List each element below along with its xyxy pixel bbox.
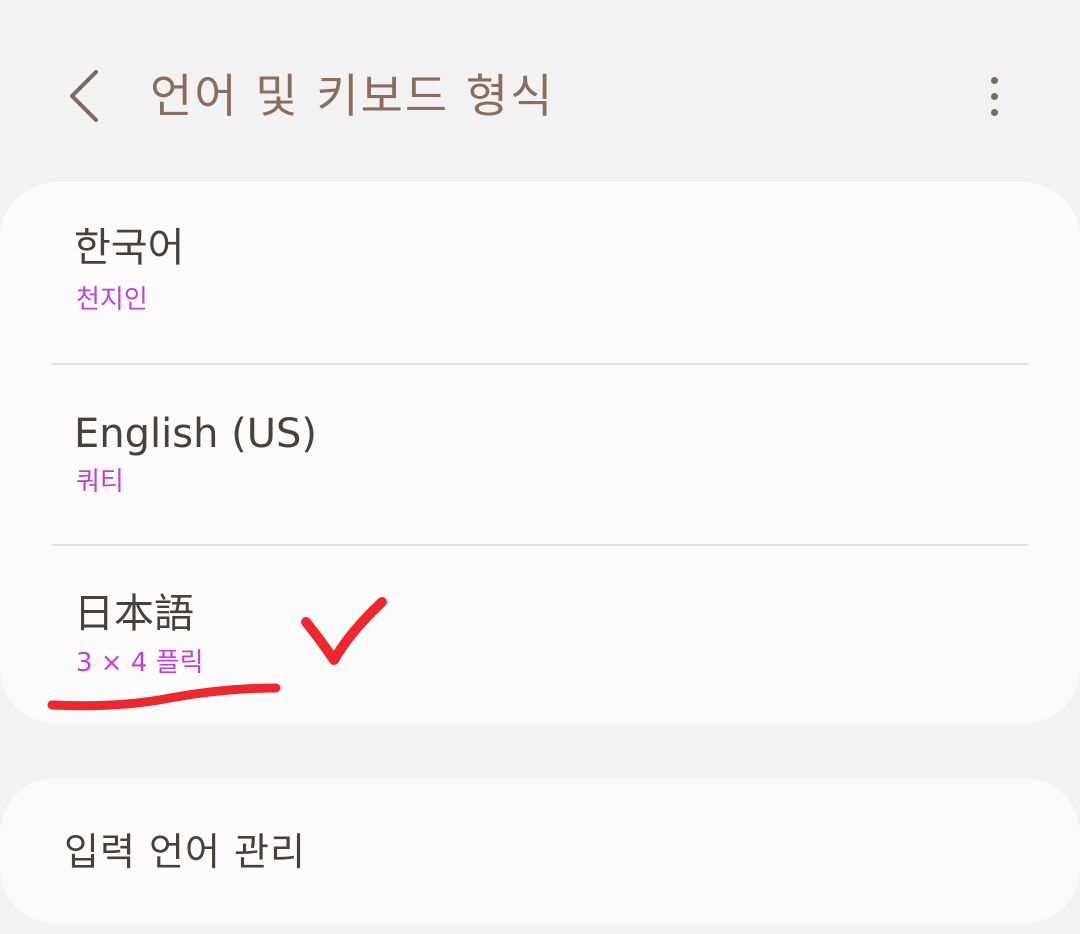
keyboard-type: 천지인	[76, 285, 148, 315]
language-item-english[interactable]: English (US) 쿼티	[0, 365, 1080, 545]
language-name: 한국어	[74, 225, 185, 271]
language-item-korean[interactable]: 한국어 천지인	[0, 182, 1080, 362]
back-button[interactable]	[52, 58, 116, 134]
keyboard-type: 3 × 4 플릭	[76, 648, 204, 678]
more-options-button[interactable]	[968, 64, 1020, 128]
language-name: 日本語	[74, 591, 194, 637]
app-bar: 언어 및 키보드 형식	[0, 40, 1080, 150]
more-vertical-icon	[990, 76, 998, 84]
manage-input-languages-card[interactable]: 입력 언어 관리	[0, 778, 1080, 924]
chevron-left-icon	[70, 70, 98, 122]
keyboard-type: 쿼티	[76, 467, 124, 497]
languages-card: 한국어 천지인 English (US) 쿼티 日本語 3 × 4 플릭	[0, 182, 1080, 724]
language-name: English (US)	[74, 411, 318, 457]
language-item-japanese[interactable]: 日本語 3 × 4 플릭	[0, 546, 1080, 726]
manage-input-languages-label: 입력 언어 관리	[64, 830, 306, 874]
page-title: 언어 및 키보드 형식	[150, 69, 555, 123]
